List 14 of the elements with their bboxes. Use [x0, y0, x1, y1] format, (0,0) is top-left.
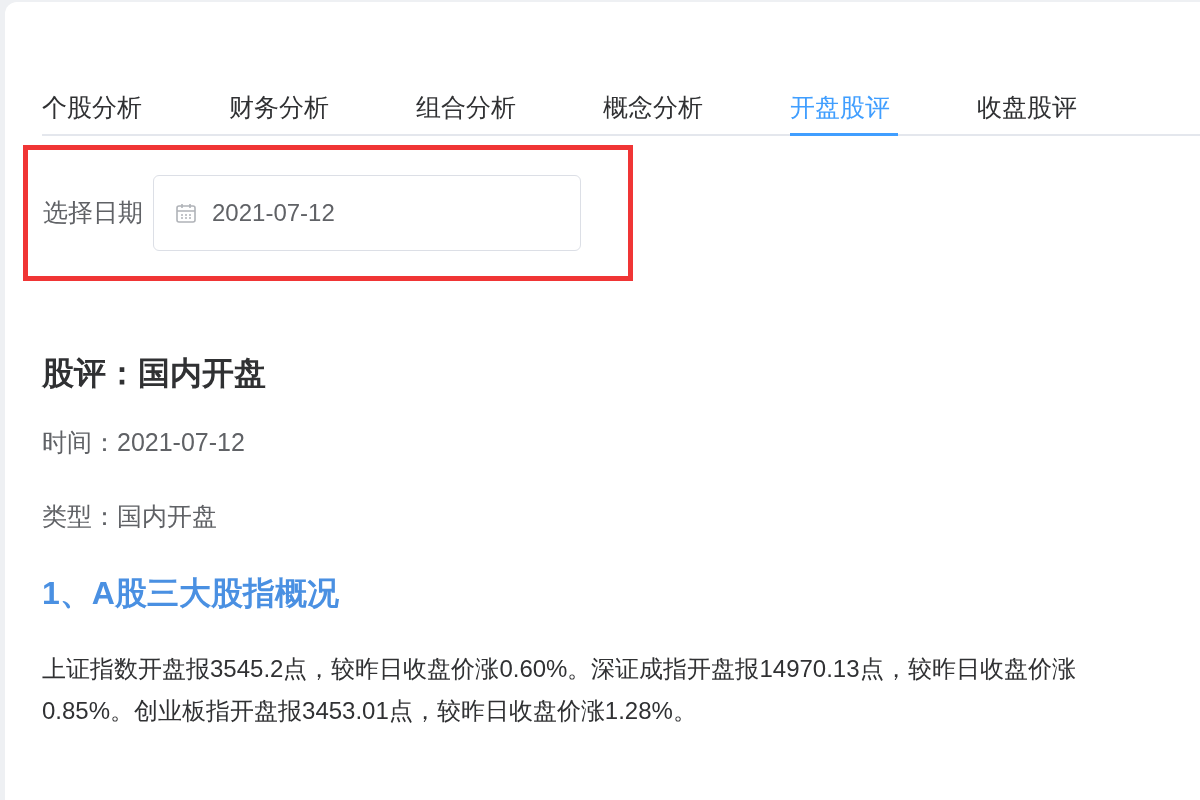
- date-picker-field[interactable]: 2021-07-12: [153, 175, 581, 251]
- tab[interactable]: 组合分析: [416, 80, 524, 136]
- article-type: 类型：国内开盘: [42, 501, 218, 532]
- date-label: 选择日期: [43, 197, 143, 229]
- section-heading: 1、A股三大股指概况: [42, 574, 340, 613]
- date-value: 2021-07-12: [212, 198, 335, 228]
- tab[interactable]: 财务分析: [229, 80, 337, 136]
- article-title: 股评：国内开盘: [42, 354, 267, 393]
- tab[interactable]: 收盘股评: [977, 80, 1085, 136]
- tab[interactable]: 概念分析: [603, 80, 711, 136]
- tab[interactable]: 个股分析: [42, 80, 150, 136]
- calendar-icon: [174, 201, 198, 225]
- article-time: 时间：2021-07-12: [42, 427, 246, 458]
- article-paragraph: 上证指数开盘报3545.2点，较昨日收盘价涨0.60%。深证成指开盘报14970.13点，较昨日收盘价涨0.85%。创业板指开盘报3453.01点，较昨日收盘价涨1.28%。: [42, 654, 1077, 726]
